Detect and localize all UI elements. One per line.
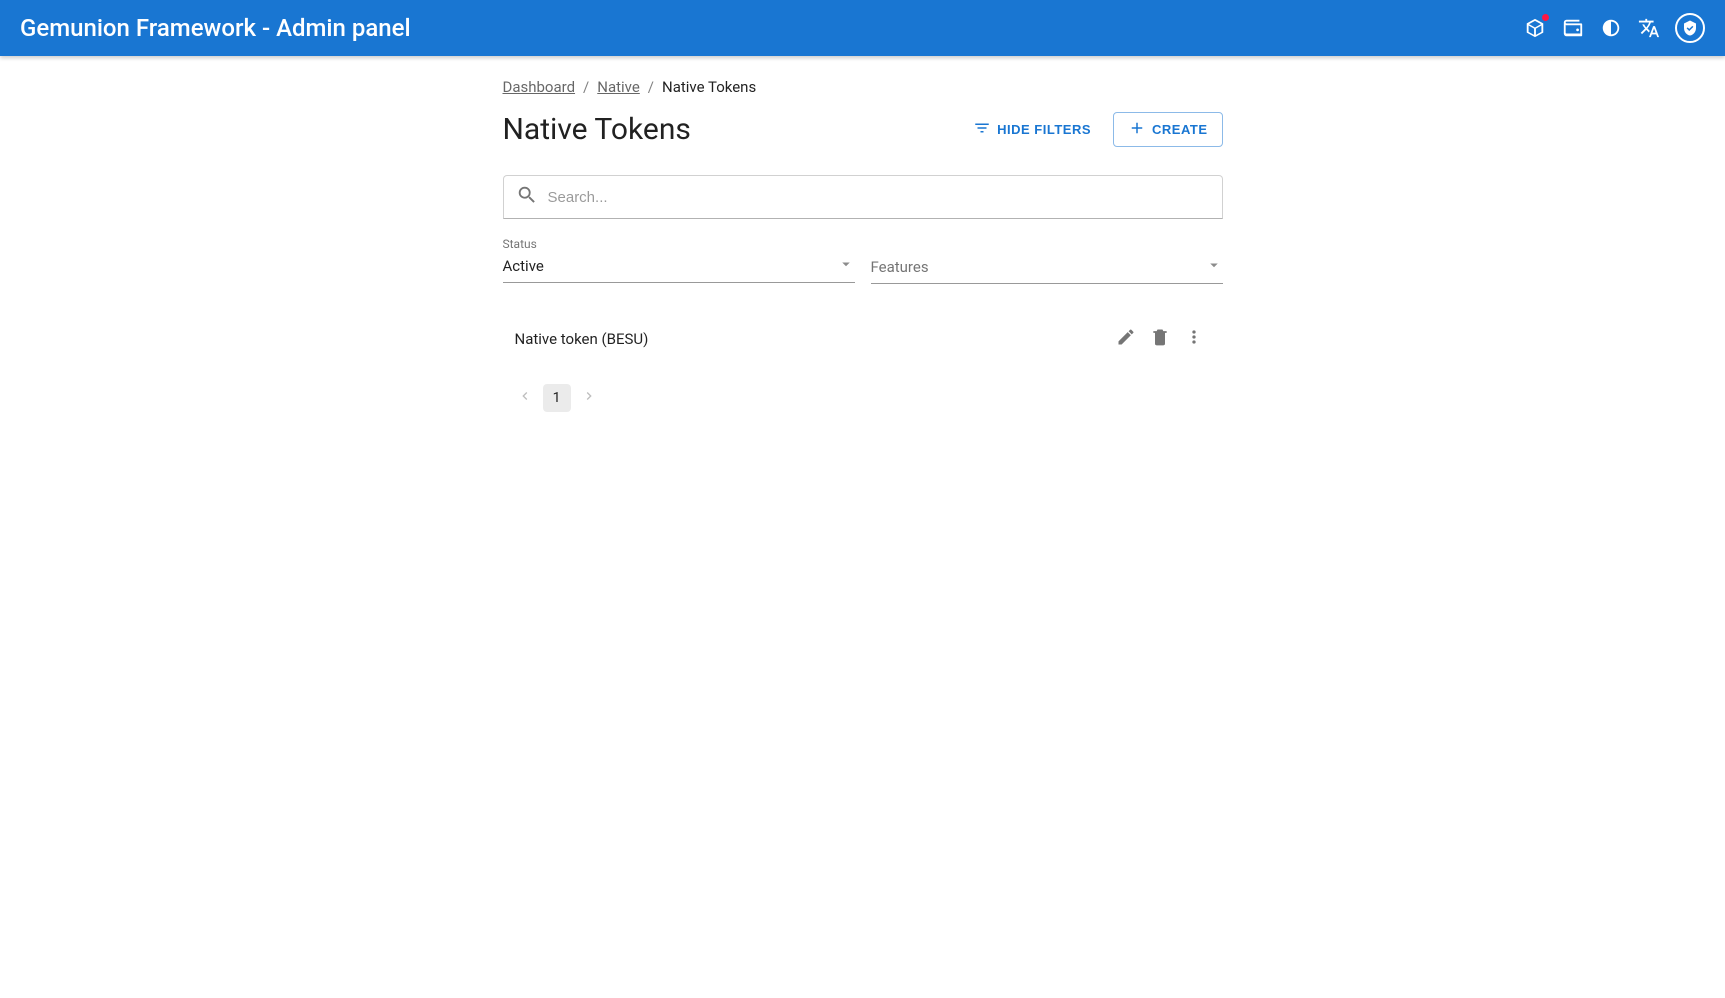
user-avatar[interactable]	[1675, 13, 1705, 43]
notification-dot-icon	[1542, 14, 1549, 21]
language-icon[interactable]	[1637, 16, 1661, 40]
breadcrumb-native[interactable]: Native	[597, 78, 640, 96]
hide-filters-label: HIDE FILTERS	[997, 122, 1091, 137]
token-name: Native token (BESU)	[515, 330, 1109, 348]
token-list: Native token (BESU)	[503, 308, 1223, 370]
trash-icon	[1150, 327, 1170, 351]
wallet-icon[interactable]	[1561, 16, 1585, 40]
network-icon[interactable]	[1523, 16, 1547, 40]
create-button[interactable]: CREATE	[1113, 112, 1222, 147]
search-icon	[516, 184, 548, 210]
hide-filters-button[interactable]: HIDE FILTERS	[965, 113, 1099, 146]
status-value: Active	[503, 257, 544, 275]
page-1-button[interactable]: 1	[543, 384, 571, 412]
breadcrumb: Dashboard / Native / Native Tokens	[503, 78, 1223, 96]
features-placeholder: Features	[871, 258, 929, 276]
search-box[interactable]	[503, 175, 1223, 219]
list-item: Native token (BESU)	[503, 308, 1223, 370]
delete-button[interactable]	[1143, 322, 1177, 356]
main-content: Dashboard / Native / Native Tokens Nativ…	[503, 56, 1223, 412]
app-title: Gemunion Framework - Admin panel	[20, 14, 1523, 42]
breadcrumb-current: Native Tokens	[662, 78, 756, 96]
status-label: Status	[503, 237, 855, 251]
chevron-right-icon	[581, 388, 597, 408]
breadcrumb-sep: /	[648, 78, 654, 96]
search-input[interactable]	[548, 189, 1210, 206]
theme-toggle-icon[interactable]	[1599, 16, 1623, 40]
pencil-icon	[1116, 327, 1136, 351]
prev-page-button	[511, 384, 539, 412]
create-label: CREATE	[1152, 122, 1207, 137]
appbar-actions	[1523, 13, 1705, 43]
more-button[interactable]	[1177, 322, 1211, 356]
dropdown-icon	[1205, 256, 1223, 278]
next-page-button	[575, 384, 603, 412]
dropdown-icon	[837, 255, 855, 277]
page-title: Native Tokens	[503, 112, 966, 147]
plus-icon	[1128, 119, 1146, 140]
pagination: 1	[503, 384, 1223, 412]
appbar: Gemunion Framework - Admin panel	[0, 0, 1725, 56]
breadcrumb-dashboard[interactable]: Dashboard	[503, 78, 576, 96]
filters-row: Status Active Features	[503, 237, 1223, 284]
filter-icon	[973, 119, 991, 140]
title-row: Native Tokens HIDE FILTERS CREATE	[503, 112, 1223, 147]
features-select[interactable]: Features	[871, 237, 1223, 284]
more-vert-icon	[1184, 327, 1204, 351]
breadcrumb-sep: /	[583, 78, 589, 96]
chevron-left-icon	[517, 388, 533, 408]
status-select[interactable]: Status Active	[503, 237, 855, 284]
edit-button[interactable]	[1109, 322, 1143, 356]
